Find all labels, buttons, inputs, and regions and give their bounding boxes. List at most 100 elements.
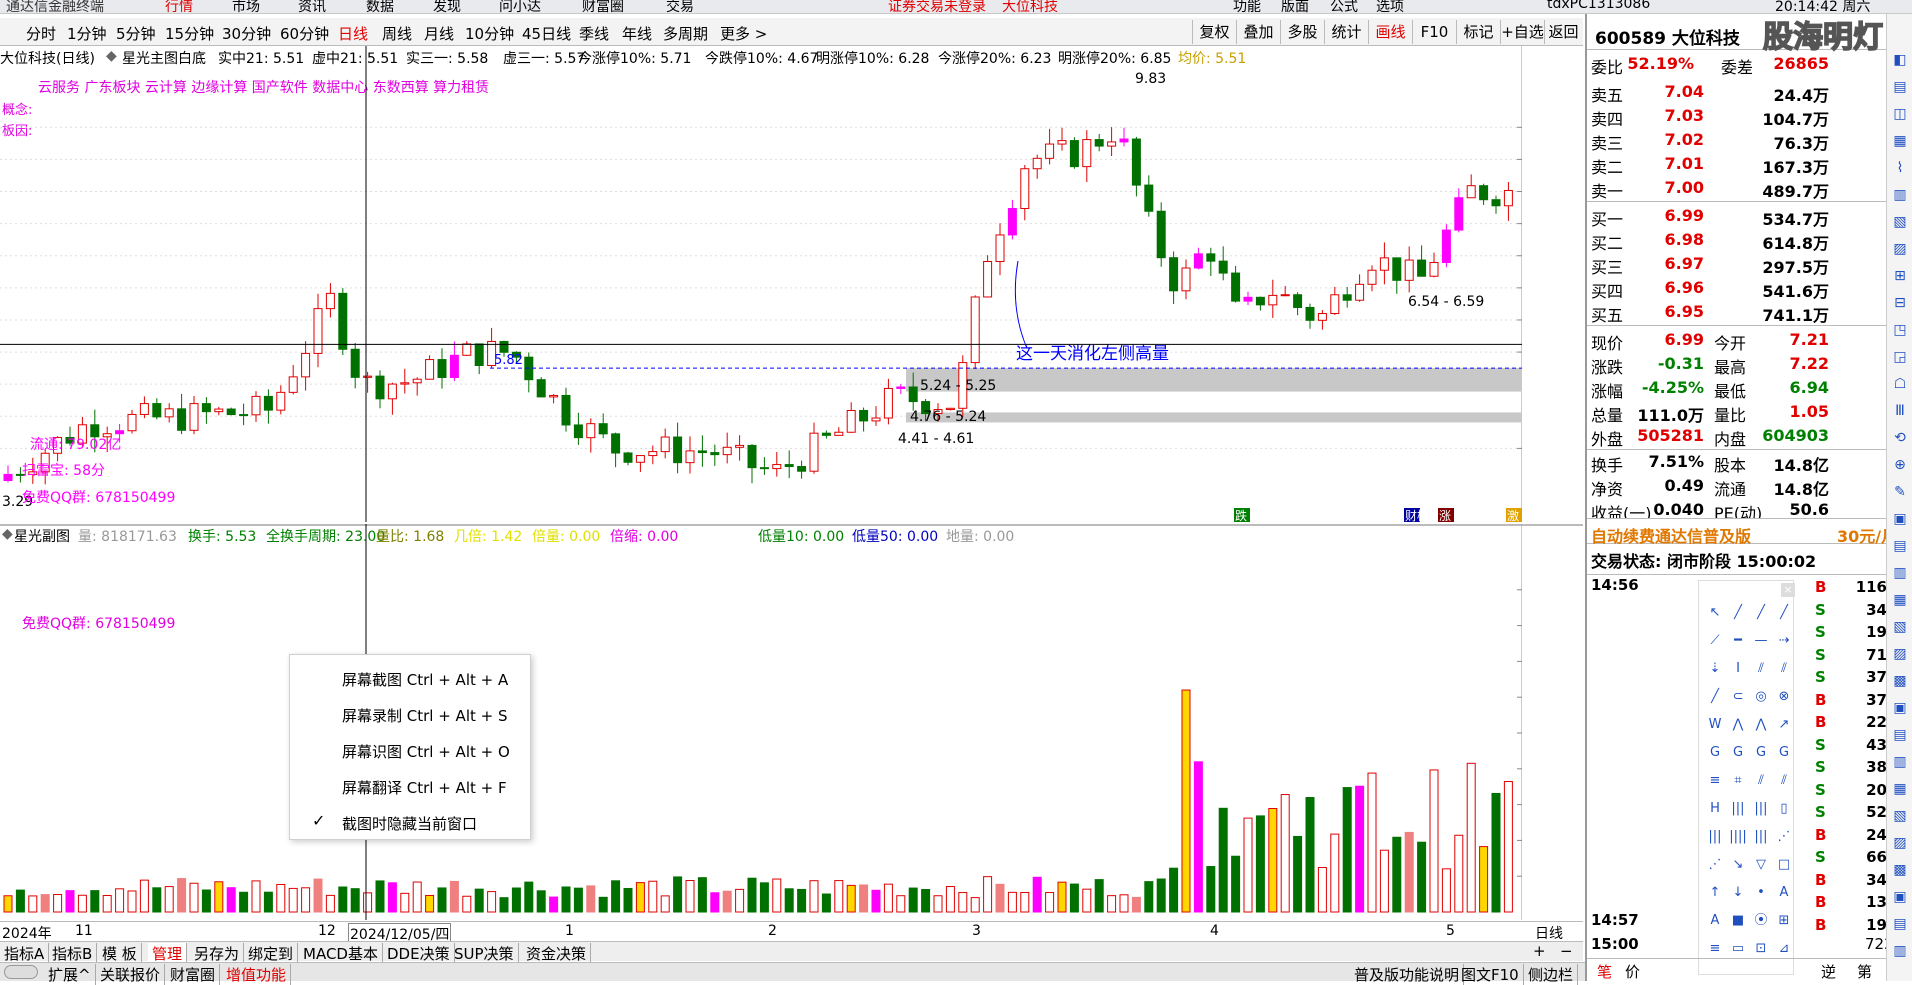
period-year[interactable]: 年线 <box>622 23 652 44</box>
drawing-tool-icon[interactable]: ↘ <box>1728 855 1748 875</box>
drawing-tool-icon[interactable]: ╱ <box>1774 603 1794 623</box>
weibi-row[interactable]: 委比 52.19% 委差 26865 <box>1589 52 1889 77</box>
multi-stock-button[interactable]: 多股 <box>1280 20 1324 44</box>
f10-button[interactable]: F10 <box>1412 20 1456 44</box>
sidebar-tool-icon[interactable]: ▦ <box>1890 781 1910 801</box>
tab-dde[interactable]: DDE决策 <box>383 943 455 964</box>
sidebar-tool-icon[interactable]: ▥ <box>1890 754 1910 774</box>
drawing-tool-icon[interactable]: ⫽ <box>1774 659 1794 679</box>
tab-di[interactable]: 第 <box>1857 961 1872 982</box>
drawing-tool-icon[interactable]: ⫽ <box>1751 771 1771 791</box>
drawing-tool-icon[interactable]: ⫽ <box>1751 659 1771 679</box>
sidebar-tool-icon[interactable]: ▤ <box>1890 538 1910 558</box>
tab-ni[interactable]: 逆 <box>1821 961 1836 982</box>
stats-button[interactable]: 统计 <box>1324 20 1368 44</box>
drawing-tool-icon[interactable]: • <box>1751 883 1771 903</box>
sidebar-tool-icon[interactable]: ◧ <box>1890 52 1910 72</box>
sidebar-tool-icon[interactable]: ▥ <box>1890 187 1910 207</box>
drawing-tool-icon[interactable]: ⟋ <box>1705 631 1725 651</box>
period-month[interactable]: 月线 <box>424 23 454 44</box>
menu-item-record[interactable]: 屏幕录制 Ctrl + Alt + S <box>342 705 508 726</box>
drawing-tool-icon[interactable]: ■ <box>1728 911 1748 931</box>
drawing-tool-icon[interactable]: ||| <box>1751 827 1771 847</box>
tab-trade[interactable]: 交易 <box>666 0 694 13</box>
back-button[interactable]: 返回 <box>1544 20 1582 44</box>
login-notice[interactable]: 证券交易未登录 <box>888 0 986 13</box>
menu-formula[interactable]: 公式 <box>1330 0 1358 13</box>
drawing-tool-icon[interactable]: Ⅰ <box>1728 659 1748 679</box>
tab-jia[interactable]: 价 <box>1625 961 1640 982</box>
drawing-tool-icon[interactable]: ━ <box>1728 631 1748 651</box>
draw-line-button[interactable]: 画线 <box>1368 20 1412 44</box>
candlestick-chart[interactable]: 9.008.508.007.507.006.506.005.505.004.50… <box>0 46 1522 522</box>
period-45day[interactable]: 45日线 <box>522 23 571 44</box>
sidebar-tool-icon[interactable]: ▧ <box>1890 808 1910 828</box>
sidebar-tool-icon[interactable]: ▤ <box>1890 727 1910 747</box>
sidebar-tool-icon[interactable]: ⟲ <box>1890 430 1910 450</box>
fuquan-button[interactable]: 复权 <box>1192 20 1236 44</box>
menu-item-screenshot[interactable]: 屏幕截图 Ctrl + Alt + A <box>342 669 508 690</box>
bid-row[interactable]: 买五 6.95 741.1万 <box>1589 300 1889 325</box>
sidebar-tool-icon[interactable]: ⊞ <box>1890 268 1910 288</box>
tab-macd[interactable]: MACD基本 <box>299 943 383 964</box>
volume-chart[interactable]: 9000080000700006000050000400003000020000… <box>0 524 1522 920</box>
tab-wenxiaoda[interactable]: 问小达 <box>499 0 541 13</box>
period-day[interactable]: 日线 <box>338 23 368 44</box>
sidebar-tool-icon[interactable]: ▤ <box>1890 916 1910 936</box>
period-more[interactable]: 更多 > <box>720 23 767 44</box>
mark-button[interactable]: 标记 <box>1456 20 1500 44</box>
sub-gear-icon[interactable]: ◆ <box>2 526 13 542</box>
drawing-tool-icon[interactable]: ╱ <box>1751 603 1771 623</box>
drawing-tool-icon[interactable]: ⊿ <box>1774 939 1794 959</box>
feature-desc-link[interactable]: 普及版功能说明 <box>1350 964 1465 985</box>
value-added-button[interactable]: 增值功能 <box>222 964 292 985</box>
tab-template[interactable]: 模 板 <box>98 943 142 964</box>
drawing-tool-icon[interactable]: |||| <box>1728 827 1748 847</box>
sidebar-tool-icon[interactable]: ▧ <box>1890 214 1910 234</box>
drawing-tool-icon[interactable]: ▽ <box>1751 855 1771 875</box>
period-fenshi[interactable]: 分时 <box>26 23 56 44</box>
stat-row[interactable]: 外盘 505281 内盘 604903 <box>1589 424 1889 449</box>
sidebar-tool-icon[interactable]: ▣ <box>1890 889 1910 909</box>
sidebar-tool-icon[interactable]: ◳ <box>1890 322 1910 342</box>
period-season[interactable]: 季线 <box>579 23 609 44</box>
drawing-tool-icon[interactable]: W <box>1705 715 1725 735</box>
sidebar-tool-icon[interactable]: ⌇ <box>1890 160 1910 180</box>
period-week[interactable]: 周线 <box>382 23 412 44</box>
menu-item-translate[interactable]: 屏幕翻译 Ctrl + Alt + F <box>342 777 507 798</box>
tab-sup[interactable]: SUP决策 <box>450 943 519 964</box>
overlay-button[interactable]: 叠加 <box>1236 20 1280 44</box>
ask-row[interactable]: 卖二 7.01 167.3万 <box>1589 152 1889 177</box>
sidebar-tool-icon[interactable]: Ⅲ <box>1890 403 1910 423</box>
drawing-tool-icon[interactable]: ⋀ <box>1751 715 1771 735</box>
drawing-tool-icon[interactable]: ⋰ <box>1774 827 1794 847</box>
expand-button[interactable]: 扩展^ <box>44 964 96 985</box>
period-5min[interactable]: 5分钟 <box>116 23 156 44</box>
sidebar-tool-icon[interactable]: ▩ <box>1890 673 1910 693</box>
related-quotes-button[interactable]: 关联报价 <box>96 964 166 985</box>
sidebar-tool-icon[interactable]: ▨ <box>1890 646 1910 666</box>
sidebar-tool-icon[interactable]: ▧ <box>1890 619 1910 639</box>
tab-bind-to[interactable]: 绑定到 <box>244 943 299 964</box>
ask-row[interactable]: 卖一 7.00 489.7万 <box>1589 176 1889 201</box>
drawing-tool-icon[interactable]: ▯ <box>1774 799 1794 819</box>
sidebar-toggle[interactable]: 侧边栏 <box>1524 964 1579 985</box>
stat-row[interactable]: 换手 7.51% 股本 14.8亿 <box>1589 450 1889 475</box>
palette-close-icon[interactable]: × <box>1781 583 1795 597</box>
bid-row[interactable]: 买一 6.99 534.7万 <box>1589 204 1889 229</box>
drawing-tool-icon[interactable]: ⦿ <box>1751 911 1771 931</box>
menu-item-ocr[interactable]: 屏幕识图 Ctrl + Alt + O <box>342 741 510 762</box>
zoom-in-icon[interactable]: + <box>1533 942 1546 960</box>
drawing-tool-icon[interactable]: ||| <box>1728 799 1748 819</box>
sub-indicator-name[interactable]: 星光副图 <box>14 526 70 546</box>
drawing-tool-icon[interactable]: — <box>1751 631 1771 651</box>
sidebar-tool-icon[interactable]: ▣ <box>1890 700 1910 720</box>
drawing-tool-icon[interactable]: ▭ <box>1728 939 1748 959</box>
add-watchlist-button[interactable]: +自选 <box>1500 20 1544 44</box>
drawing-tool-icon[interactable]: G <box>1751 743 1771 763</box>
tab-funds[interactable]: 资金决策 <box>522 943 592 964</box>
tab-indicator-b[interactable]: 指标B <box>48 943 98 964</box>
period-1min[interactable]: 1分钟 <box>67 23 107 44</box>
bid-row[interactable]: 买二 6.98 614.8万 <box>1589 228 1889 253</box>
menu-layout[interactable]: 版面 <box>1281 0 1309 13</box>
